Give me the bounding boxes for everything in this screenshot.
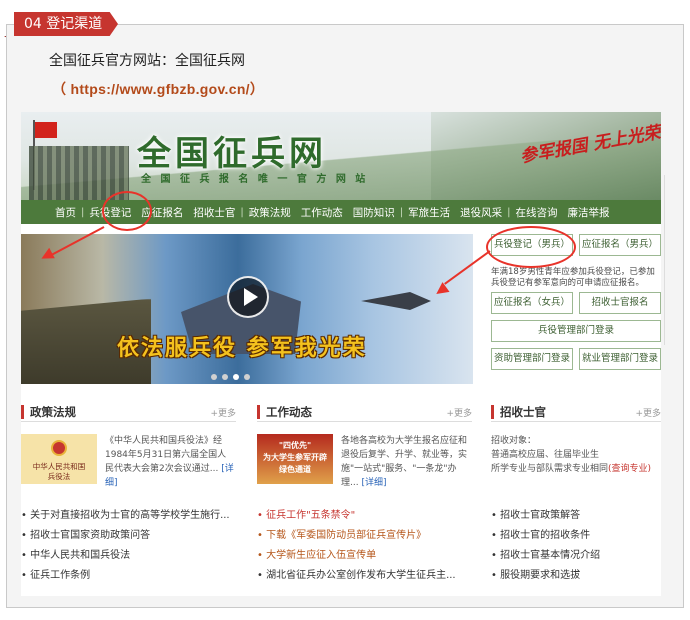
list-item[interactable]: • 湖北省征兵办公室创作发布大学生征兵主... — [257, 566, 472, 586]
website-screenshot: 全国征兵网 全 国 征 兵 报 名 唯 一 官 方 网 站 参军报国 无上光荣 … — [21, 112, 661, 596]
more-link[interactable]: +更多 — [210, 406, 236, 419]
play-icon[interactable] — [227, 276, 269, 318]
jet-image — [361, 292, 431, 310]
nav-policy[interactable]: 政策法规 — [249, 205, 291, 220]
site-url-link[interactable]: （ https://www.gfbzb.gov.cn/） — [52, 79, 264, 99]
query-major-link[interactable]: (查询专业) — [608, 464, 651, 474]
featured-article: 招收对象： 普通高校应届、往届毕业生 所学专业与部队需求专业相同(查询专业) — [491, 434, 661, 502]
registration-note: 年满18岁男性青年应参加兵役登记，已参加兵役登记有参军意向的可申请应征报名。 — [491, 267, 655, 288]
column-title: 政策法规 — [30, 405, 76, 419]
section-tag: 04 登记渠道 — [14, 12, 118, 36]
nav-military-life[interactable]: 军旅生活 — [408, 205, 450, 220]
list-item[interactable]: • 招收士官国家资助政策问答 — [21, 526, 236, 546]
highlight-oval-register — [486, 226, 576, 268]
featured-article: 中华人民共和国 兵役法 《中华人民共和国兵役法》经1984年5月31日第六届全国… — [21, 434, 236, 502]
news-column: 工作动态 +更多 "四优先" 为大学生参军开辟 绿色通道 各地各高校为大学生报名… — [257, 402, 472, 586]
hero-carousel[interactable]: 依法服兵役 参军我光荣 — [21, 234, 473, 384]
nav-nco[interactable]: 招收士官 — [193, 205, 235, 220]
highlight-oval-nav — [102, 191, 152, 231]
list-item[interactable]: • 关于对直接招收为士官的高等学校学生施行... — [21, 506, 236, 526]
intro-text: 全国征兵官方网站：全国征兵网 — [49, 53, 245, 69]
carousel-dot-active[interactable] — [233, 374, 239, 380]
list-item[interactable]: • 下载《军委国防动员部征兵宣传片》 — [257, 526, 472, 546]
list-item[interactable]: • 招收士官政策解答 — [491, 506, 661, 526]
nco-apply-button[interactable]: 招收士官报名 — [579, 292, 661, 314]
more-link[interactable]: +更多 — [635, 406, 661, 419]
article-list: • 征兵工作"五条禁令" • 下载《军委国防动员部征兵宣传片》 • 大学新生应征… — [257, 506, 472, 586]
column-title: 工作动态 — [266, 405, 312, 419]
detail-link[interactable]: [详细] — [361, 478, 386, 488]
column-marker — [257, 405, 260, 419]
featured-summary: 招收对象： 普通高校应届、往届毕业生 所学专业与部队需求专业相同(查询专业) — [491, 434, 661, 476]
nav-report[interactable]: 廉洁举报 — [568, 205, 610, 220]
featured-article: "四优先" 为大学生参军开辟 绿色通道 各地各高校为大学生报名应征和退役后复学、… — [257, 434, 472, 502]
nco-column: 招收士官 +更多 招收对象： 普通高校应届、往届毕业生 所学专业与部队需求专业相… — [491, 402, 661, 586]
featured-summary: 《中华人民共和国兵役法》经1984年5月31日第六届全国人民代表大会第2次会议通… — [105, 434, 235, 490]
aid-login-button[interactable]: 资助管理部门登录 — [491, 348, 573, 370]
apply-male-button[interactable]: 应征报名（男兵） — [579, 234, 661, 256]
more-link[interactable]: +更多 — [446, 406, 472, 419]
column-header: 政策法规 +更多 — [21, 402, 236, 422]
employment-login-button[interactable]: 就业管理部门登录 — [579, 348, 661, 370]
column-header: 工作动态 +更多 — [257, 402, 472, 422]
featured-summary-text: 招收对象： 普通高校应届、往届毕业生 所学专业与部队需求专业相同 — [491, 436, 609, 474]
list-item[interactable]: • 中华人民共和国兵役法 — [21, 546, 236, 566]
soldiers-image — [29, 146, 129, 200]
site-logo-title[interactable]: 全国征兵网 — [137, 126, 327, 175]
nav-separator: | — [507, 206, 511, 218]
dept-login-button[interactable]: 兵役管理部门登录 — [491, 320, 661, 342]
site-banner: 全国征兵网 全 国 征 兵 报 名 唯 一 官 方 网 站 参军报国 无上光荣 — [21, 112, 661, 200]
column-header: 招收士官 +更多 — [491, 402, 661, 422]
news-poster-image[interactable]: "四优先" 为大学生参军开辟 绿色通道 — [257, 434, 333, 484]
nav-news[interactable]: 工作动态 — [301, 205, 343, 220]
featured-summary-text: 《中华人民共和国兵役法》经1984年5月31日第六届全国人民代表大会第2次会议通… — [105, 436, 227, 474]
hero-slogan: 依法服兵役 参军我光荣 — [117, 335, 367, 361]
nav-separator: | — [240, 206, 244, 218]
policy-column: 政策法规 +更多 中华人民共和国 兵役法 《中华人民共和国兵役法》经1984年5… — [21, 402, 236, 586]
national-emblem-icon — [51, 440, 67, 456]
page-edge — [664, 175, 684, 345]
featured-summary: 各地各高校为大学生报名应征和退役后复学、升学、就业等，实施"一站式"服务、"一条… — [341, 434, 471, 490]
column-marker — [491, 405, 494, 419]
list-item[interactable]: • 大学新生应征入伍宣传单 — [257, 546, 472, 566]
article-list: • 关于对直接招收为士官的高等学校学生施行... • 招收士官国家资助政策问答 … — [21, 506, 236, 586]
tanks-image — [21, 298, 151, 384]
flag-icon — [35, 122, 57, 138]
nav-veterans[interactable]: 退役风采 — [460, 205, 502, 220]
list-item[interactable]: • 招收士官的招收条件 — [491, 526, 661, 546]
list-item[interactable]: • 征兵工作条例 — [21, 566, 236, 586]
carousel-dot[interactable] — [211, 374, 217, 380]
site-subtitle: 全 国 征 兵 报 名 唯 一 官 方 网 站 — [141, 174, 369, 185]
list-item[interactable]: • 招收士官基本情况介绍 — [491, 546, 661, 566]
law-book-image[interactable]: 中华人民共和国 兵役法 — [21, 434, 97, 484]
nav-online-consult[interactable]: 在线咨询 — [516, 205, 558, 220]
featured-summary-text: 各地各高校为大学生报名应征和退役后复学、升学、就业等，实施"一站式"服务、"一条… — [341, 436, 468, 488]
list-item[interactable]: • 征兵工作"五条禁令" — [257, 506, 472, 526]
nav-separator: | — [81, 206, 85, 218]
column-title: 招收士官 — [500, 405, 546, 419]
article-list: • 招收士官政策解答 • 招收士官的招收条件 • 招收士官基本情况介绍 • 服役… — [491, 506, 661, 586]
apply-female-button[interactable]: 应征报名（女兵） — [491, 292, 573, 314]
carousel-dot[interactable] — [244, 374, 250, 380]
nav-defense-knowledge[interactable]: 国防知识 — [353, 205, 395, 220]
law-book-title: 中华人民共和国 兵役法 — [32, 462, 86, 481]
carousel-dot[interactable] — [222, 374, 228, 380]
poster-text: "四优先" 为大学生参军开辟 绿色通道 — [263, 441, 327, 474]
column-marker — [21, 405, 24, 419]
carousel-dots — [211, 374, 250, 380]
nav-home[interactable]: 首页 — [55, 205, 76, 220]
list-item[interactable]: • 服役期要求和选拔 — [491, 566, 661, 586]
nav-separator: | — [399, 206, 404, 218]
